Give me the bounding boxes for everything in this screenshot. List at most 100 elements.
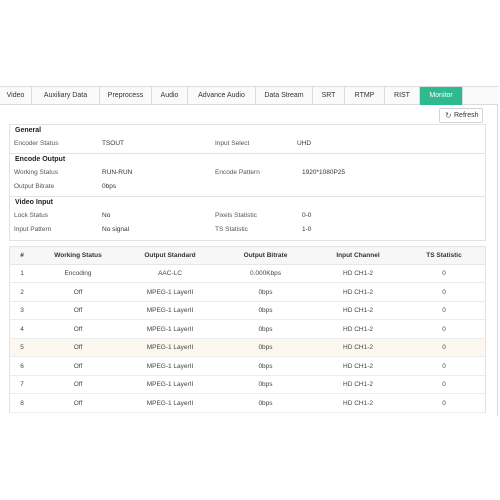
cell-working-status: Off — [73, 381, 83, 388]
tab-bar: Video Auxiliary Data Preprocess Audio Ad… — [0, 86, 498, 105]
encode-pattern-label: Encode Pattern — [215, 169, 260, 176]
cell-input-channel: HD CH1-2 — [343, 307, 373, 314]
cell-index: 4 — [20, 325, 24, 333]
cell-working-status: Off — [73, 288, 83, 296]
cell-index: 6 — [20, 362, 24, 370]
header-output-standard: Output Standard — [144, 252, 196, 259]
cell-output-bitrate: 0bps — [258, 325, 273, 333]
tab-srt[interactable]: SRT — [313, 87, 345, 105]
cell-output-bitrate: 0bps — [258, 307, 273, 314]
header-index: # — [20, 252, 24, 259]
lock-status-label: Lock Status — [14, 212, 48, 219]
encoder-status-value: TSOUT — [102, 140, 125, 147]
cell-output-bitrate: 0bps — [258, 399, 273, 407]
cell-output-standard: AAC-LC — [158, 270, 182, 277]
header-output-bitrate: Output Bitrate — [243, 252, 288, 259]
encode-pattern-value: 1920*1080P25 — [302, 169, 346, 176]
input-select-label: Input Select — [215, 140, 250, 147]
table-row[interactable]: 6 Off MPEG-1 LayerII 0bps HD CH1-2 0 — [10, 357, 485, 376]
cell-output-standard: MPEG-1 LayerII — [146, 288, 194, 296]
input-pattern-label: Input Pattern — [14, 226, 52, 233]
working-status-value: RUN-RUN — [102, 169, 133, 176]
general-title: General — [15, 127, 42, 134]
input-select-value: UHD — [297, 140, 312, 147]
cell-index: 5 — [20, 344, 24, 351]
encode-output-section: Encode Output Working Status RUN-RUN Enc… — [9, 153, 486, 197]
table-row[interactable]: 1 Encoding AAC-LC 0.000Kbps HD CH1-2 0 — [10, 265, 485, 283]
cell-input-channel: HD CH1-2 — [343, 288, 373, 296]
cell-working-status: Encoding — [64, 270, 92, 277]
table-row[interactable]: 7 Off MPEG-1 LayerII 0bps HD CH1-2 0 — [10, 376, 485, 394]
lock-status-value: No — [102, 212, 111, 219]
tab-video[interactable]: Video — [0, 87, 32, 105]
cell-ts-statistic: 0 — [442, 288, 446, 296]
table-row[interactable]: 4 Off MPEG-1 LayerII 0bps HD CH1-2 0 — [10, 320, 485, 339]
cell-output-bitrate: 0bps — [258, 381, 273, 388]
output-bitrate-value: 0bps — [102, 183, 117, 190]
tab-monitor[interactable]: Monitor — [420, 87, 463, 105]
cell-input-channel: HD CH1-2 — [343, 344, 373, 351]
cell-working-status: Off — [73, 362, 83, 370]
cell-output-standard: MPEG-1 LayerII — [146, 344, 194, 351]
cell-ts-statistic: 0 — [442, 325, 446, 333]
cell-ts-statistic: 0 — [442, 399, 446, 407]
cell-input-channel: HD CH1-2 — [343, 270, 373, 277]
cell-output-standard: MPEG-1 LayerII — [146, 362, 194, 370]
cell-output-standard: MPEG-1 LayerII — [146, 307, 194, 314]
cell-working-status: Off — [73, 344, 83, 351]
cell-ts-statistic: 0 — [442, 362, 446, 370]
cell-ts-statistic: 0 — [442, 344, 446, 351]
table-row[interactable]: 5 Off MPEG-1 LayerII 0bps HD CH1-2 0 — [10, 339, 485, 357]
tab-auxiliary-data[interactable]: Auxiliary Data — [32, 87, 100, 105]
working-status-label: Working Status — [14, 169, 58, 176]
header-input-channel: Input Channel — [336, 252, 380, 259]
cell-input-channel: HD CH1-2 — [343, 325, 373, 333]
tab-data-stream[interactable]: Data Stream — [256, 87, 313, 105]
video-input-section: Video Input Lock Status No Pixels Statis… — [9, 196, 486, 241]
cell-working-status: Off — [73, 307, 83, 314]
cell-index: 3 — [20, 307, 24, 314]
input-pattern-value: No signal — [102, 226, 130, 233]
cell-input-channel: HD CH1-2 — [343, 381, 373, 388]
cell-index: 7 — [20, 381, 24, 388]
cell-output-standard: MPEG-1 LayerII — [146, 325, 194, 333]
ts-statistic-label: TS Statistic — [215, 226, 248, 233]
cell-output-standard: MPEG-1 LayerII — [146, 399, 194, 407]
cell-ts-statistic: 0 — [442, 307, 446, 314]
pixels-statistic-label: Pixels Statistic — [215, 212, 257, 219]
cell-index: 8 — [20, 399, 24, 407]
general-section: General Encoder Status TSOUT Input Selec… — [9, 124, 486, 154]
cell-output-bitrate: 0bps — [258, 362, 273, 370]
refresh-button[interactable]: ↻ Refresh — [439, 108, 483, 123]
output-bitrate-label: Output Bitrate — [14, 183, 55, 190]
audio-channels-table: # Working Status Output Standard Output … — [9, 246, 486, 413]
blank-top-area — [0, 0, 500, 86]
cell-input-channel: HD CH1-2 — [343, 399, 373, 407]
header-working-status: Working Status — [54, 252, 102, 259]
tab-preprocess[interactable]: Preprocess — [100, 87, 152, 105]
tab-advance-audio[interactable]: Advance Audio — [188, 87, 256, 105]
table-header: # Working Status Output Standard Output … — [10, 247, 485, 265]
cell-output-standard: MPEG-1 LayerII — [146, 381, 194, 388]
cell-index: 1 — [20, 270, 24, 277]
cell-working-status: Off — [73, 399, 83, 407]
refresh-label: Refresh — [454, 112, 479, 119]
table-row[interactable]: 8 Off MPEG-1 LayerII 0bps HD CH1-2 0 — [10, 394, 485, 413]
table-row[interactable]: 2 Off MPEG-1 LayerII 0bps HD CH1-2 0 — [10, 283, 485, 302]
cell-output-bitrate: 0.000Kbps — [249, 270, 282, 277]
cell-ts-statistic: 0 — [442, 270, 446, 277]
cell-output-bitrate: 0bps — [258, 288, 273, 296]
cell-index: 2 — [20, 288, 24, 296]
encoder-monitor-panel: Video Auxiliary Data Preprocess Audio Ad… — [0, 86, 498, 416]
refresh-icon: ↻ — [445, 111, 452, 120]
encode-output-title: Encode Output — [15, 156, 66, 163]
encoder-status-label: Encoder Status — [14, 140, 59, 147]
tab-rtmp[interactable]: RTMP — [345, 87, 385, 105]
header-ts-statistic: TS Statistic — [426, 252, 462, 259]
cell-working-status: Off — [73, 325, 83, 333]
tab-rist[interactable]: RIST — [385, 87, 420, 105]
ts-statistic-value: 1-0 — [302, 226, 312, 233]
tab-audio[interactable]: Audio — [152, 87, 188, 105]
video-input-title: Video Input — [15, 199, 53, 206]
table-row[interactable]: 3 Off MPEG-1 LayerII 0bps HD CH1-2 0 — [10, 302, 485, 320]
